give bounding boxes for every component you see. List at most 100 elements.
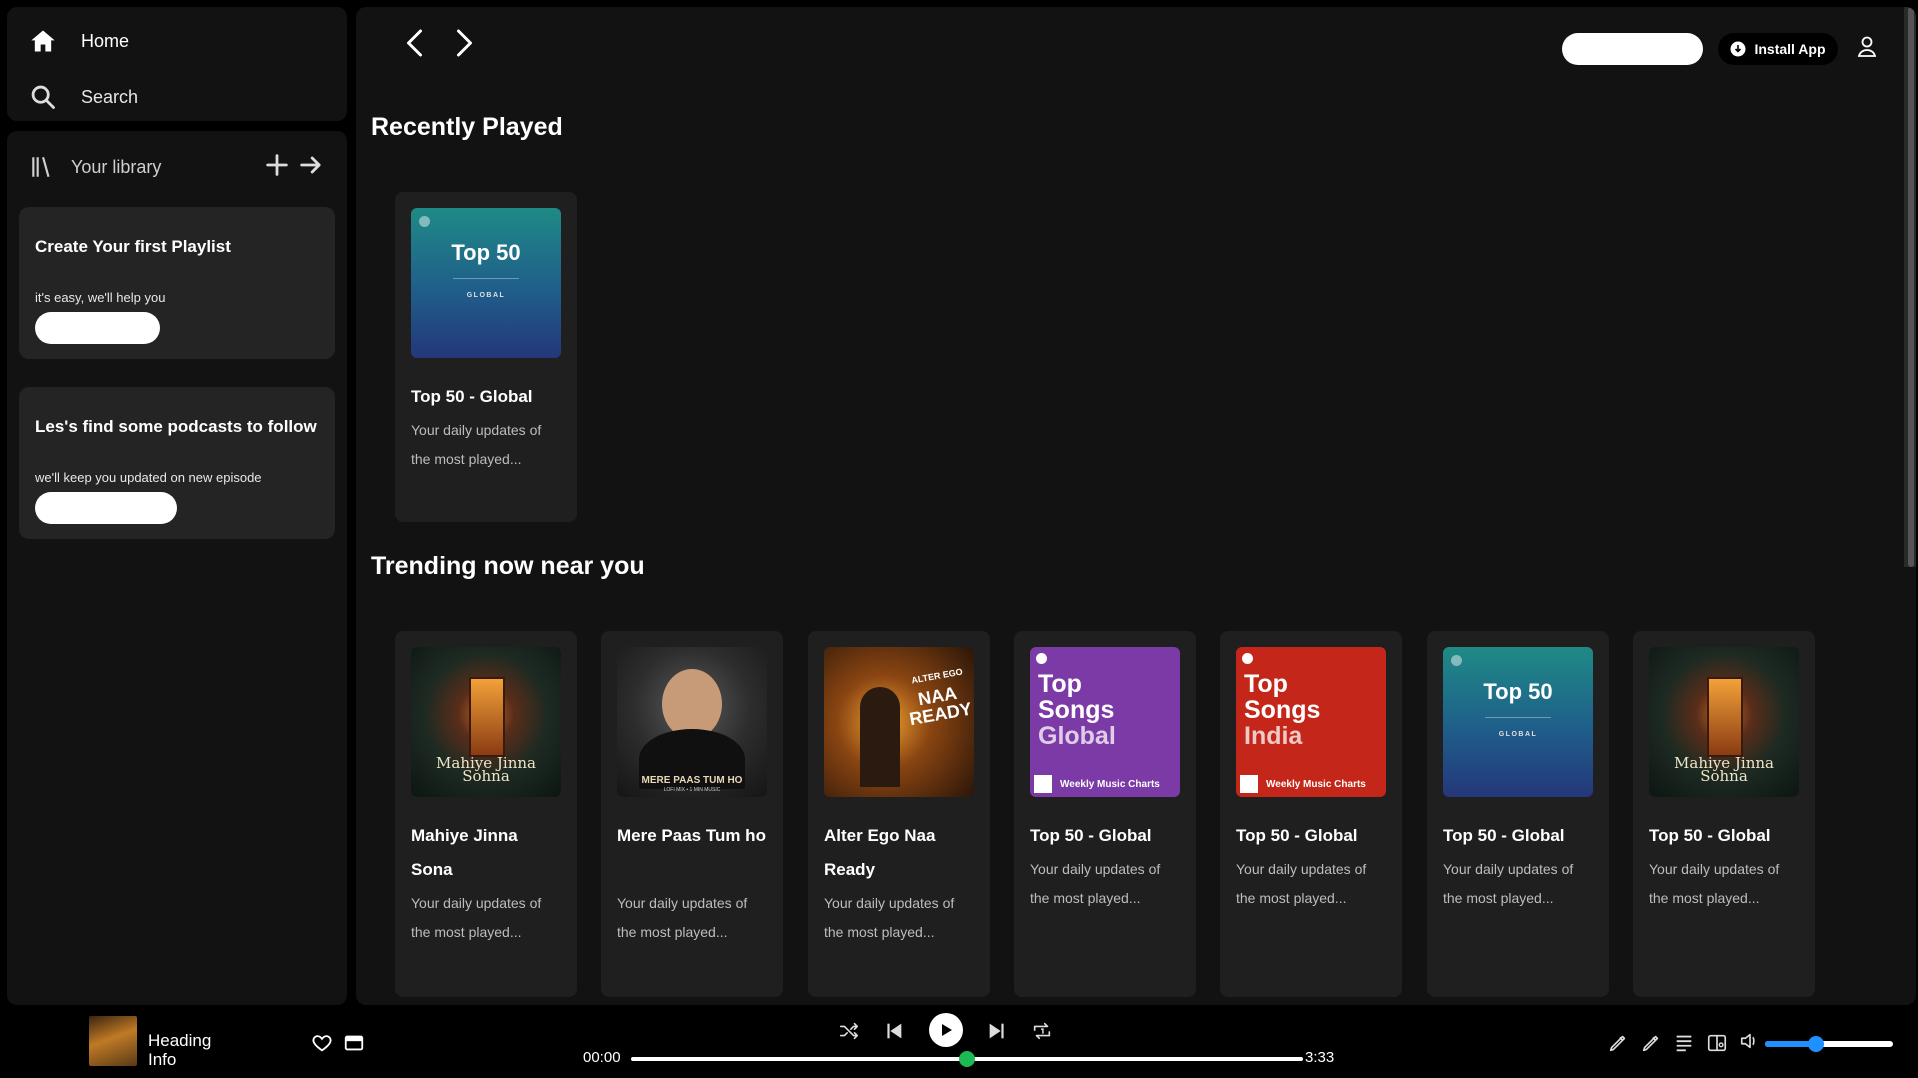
install-app-button[interactable]: Install App [1718, 33, 1838, 65]
home-icon [31, 30, 55, 52]
shuffle-icon[interactable] [838, 1020, 860, 1042]
playlist-card[interactable]: Mahiye Jinna Sohna Top 50 - Global Your da… [1633, 631, 1815, 997]
cover-subtitle: LOFI MIX • 1 MIN MUSIC [663, 787, 721, 793]
playlist-card[interactable]: Mahiye Jinna Sohna Mahiye Jinna Sona Your … [395, 631, 577, 997]
mahiye-cover: Mahiye Jinna Sohna [411, 647, 561, 797]
miniplayer-icon[interactable] [343, 1032, 365, 1054]
card-title: Top 50 - Global [411, 387, 533, 406]
playlist-card[interactable]: Top 50 GLOBAL Top 50 - Global Your daily up… [1427, 631, 1609, 997]
promo-text: it's easy, we'll help you [35, 290, 166, 305]
browse-podcasts-button[interactable] [35, 492, 177, 524]
card-title: Top 50 - Global [1649, 826, 1771, 845]
playlist-card[interactable]: Top 50 GLOBAL Top 50 - Global Your daily up… [395, 192, 577, 522]
cover-title: Top 50 [1483, 679, 1553, 704]
search-label: Search [81, 86, 139, 107]
cover-title: Top Songs India [1244, 671, 1320, 749]
cover-title: Top 50 [451, 240, 521, 265]
pen-icon[interactable] [1607, 1032, 1629, 1054]
top50-cover: Top 50 GLOBAL [411, 208, 561, 358]
arrow-right-icon[interactable] [297, 151, 325, 179]
card-title: Mere Paas Tum ho [617, 826, 766, 845]
player-bar: Heading Info 00:00 3:33 [0, 1005, 1918, 1078]
now-playing-subtitle[interactable]: Info [148, 1050, 176, 1069]
play-button[interactable] [929, 1013, 963, 1047]
progress-bar[interactable] [631, 1051, 1303, 1067]
promo-title: Create Your first Playlist [35, 237, 231, 256]
logo-icon [1451, 655, 1462, 666]
card-description: Your daily updates of the most played... [1443, 861, 1574, 906]
play-icon [942, 1024, 952, 1036]
scrollbar[interactable] [1904, 7, 1916, 567]
cover-subtitle: GLOBAL [466, 292, 506, 299]
queue-icon[interactable] [1673, 1032, 1695, 1054]
cover-line: India [1244, 722, 1303, 750]
card-description: Your daily updates of the most played... [411, 422, 542, 467]
card-title: Top 50 - Global [1443, 826, 1565, 845]
cover-divider [1485, 717, 1551, 718]
library-title[interactable]: Your library [71, 157, 161, 178]
card-title: Alter Ego Naa Ready [824, 826, 936, 879]
podcasts-promo: Les's find some podcasts to follow we'll… [19, 387, 335, 539]
alterego-cover: ALTER EGO NAA READY [824, 647, 974, 797]
card-description: Your daily updates of the most played... [1236, 861, 1367, 906]
create-playlist-promo: Create Your first Playlist it's easy, we… [19, 207, 335, 359]
plus-icon[interactable] [263, 151, 291, 179]
card-description: Your daily updates of the most played... [1649, 861, 1780, 906]
top50-cover: Top 50 GLOBAL [1443, 647, 1593, 797]
connect-device-icon[interactable] [1706, 1032, 1728, 1054]
phone-booth-shape [1707, 677, 1743, 757]
cover-title: Mahiye Jinna Sohna [1674, 754, 1774, 785]
cover-footer-text: Weekly Music Charts [1266, 778, 1366, 790]
back-button[interactable] [398, 25, 434, 61]
search-icon [31, 85, 55, 109]
total-time: 3:33 [1305, 1049, 1335, 1066]
chart-cover: Top Songs India Weekly Music Charts [1236, 647, 1386, 797]
cover-divider [453, 278, 519, 279]
playlist-card[interactable]: MERE PAAS TUM HO LOFI MIX • 1 MIN MUSIC Me… [601, 631, 783, 997]
arrow-badge-icon [1034, 775, 1052, 793]
create-playlist-button[interactable] [35, 312, 160, 344]
cover-line: Songs [1038, 696, 1115, 724]
download-icon [1730, 41, 1746, 57]
now-playing-art[interactable] [89, 1016, 137, 1066]
cover-footer-text: Weekly Music Charts [1060, 778, 1160, 790]
user-icon[interactable] [1856, 35, 1878, 59]
library-header: Your library [29, 149, 329, 185]
card-description: Your daily updates of the most played... [411, 895, 542, 940]
cover-title: NAA READY [907, 682, 974, 730]
playlist-card[interactable]: Top Songs India Weekly Music Charts Top 50 -… [1220, 631, 1402, 997]
repeat-icon[interactable] [1031, 1020, 1053, 1042]
trending-heading: Trending now near you [371, 552, 645, 580]
volume-icon[interactable] [1739, 1030, 1761, 1052]
playlist-card[interactable]: ALTER EGO NAA READY Alter Ego Naa Ready You… [808, 631, 990, 997]
volume-knob[interactable] [1808, 1036, 1825, 1052]
library-icon[interactable] [29, 154, 55, 180]
promo-text: we'll keep you updated on new episode [35, 470, 262, 485]
card-description: Your daily updates of the most played... [1030, 861, 1161, 906]
library-panel: Your library Create Your first Playlist … [7, 131, 347, 1005]
now-playing-title[interactable]: Heading [148, 1031, 211, 1050]
cover-title: MERE PAAS TUM HO [641, 775, 743, 786]
install-app-label: Install App [1754, 41, 1826, 57]
search-nav[interactable]: Search [29, 83, 138, 111]
playlist-card[interactable]: Top Songs Global Weekly Music Charts Top 50 … [1014, 631, 1196, 997]
cover-line: Songs [1244, 696, 1321, 724]
volume-slider[interactable] [1765, 1036, 1893, 1052]
next-icon[interactable] [986, 1020, 1008, 1042]
home-nav[interactable]: Home [29, 27, 129, 55]
forward-button[interactable] [445, 25, 481, 61]
heart-icon[interactable] [311, 1032, 333, 1054]
home-label: Home [81, 30, 130, 51]
cover-line: Top [1244, 670, 1288, 698]
header-pill-button[interactable] [1562, 33, 1703, 65]
cover-subtitle: GLOBAL [1498, 731, 1538, 738]
recently-played-heading: Recently Played [371, 113, 563, 141]
chevron-right-icon [457, 29, 472, 57]
logo-icon [1242, 653, 1253, 664]
nav-panel: Home Search [7, 7, 347, 121]
progress-knob[interactable] [959, 1051, 975, 1067]
scrollbar-thumb[interactable] [1908, 7, 1914, 567]
previous-icon[interactable] [883, 1020, 905, 1042]
chevron-left-icon [407, 29, 422, 57]
pen-icon[interactable] [1640, 1032, 1662, 1054]
